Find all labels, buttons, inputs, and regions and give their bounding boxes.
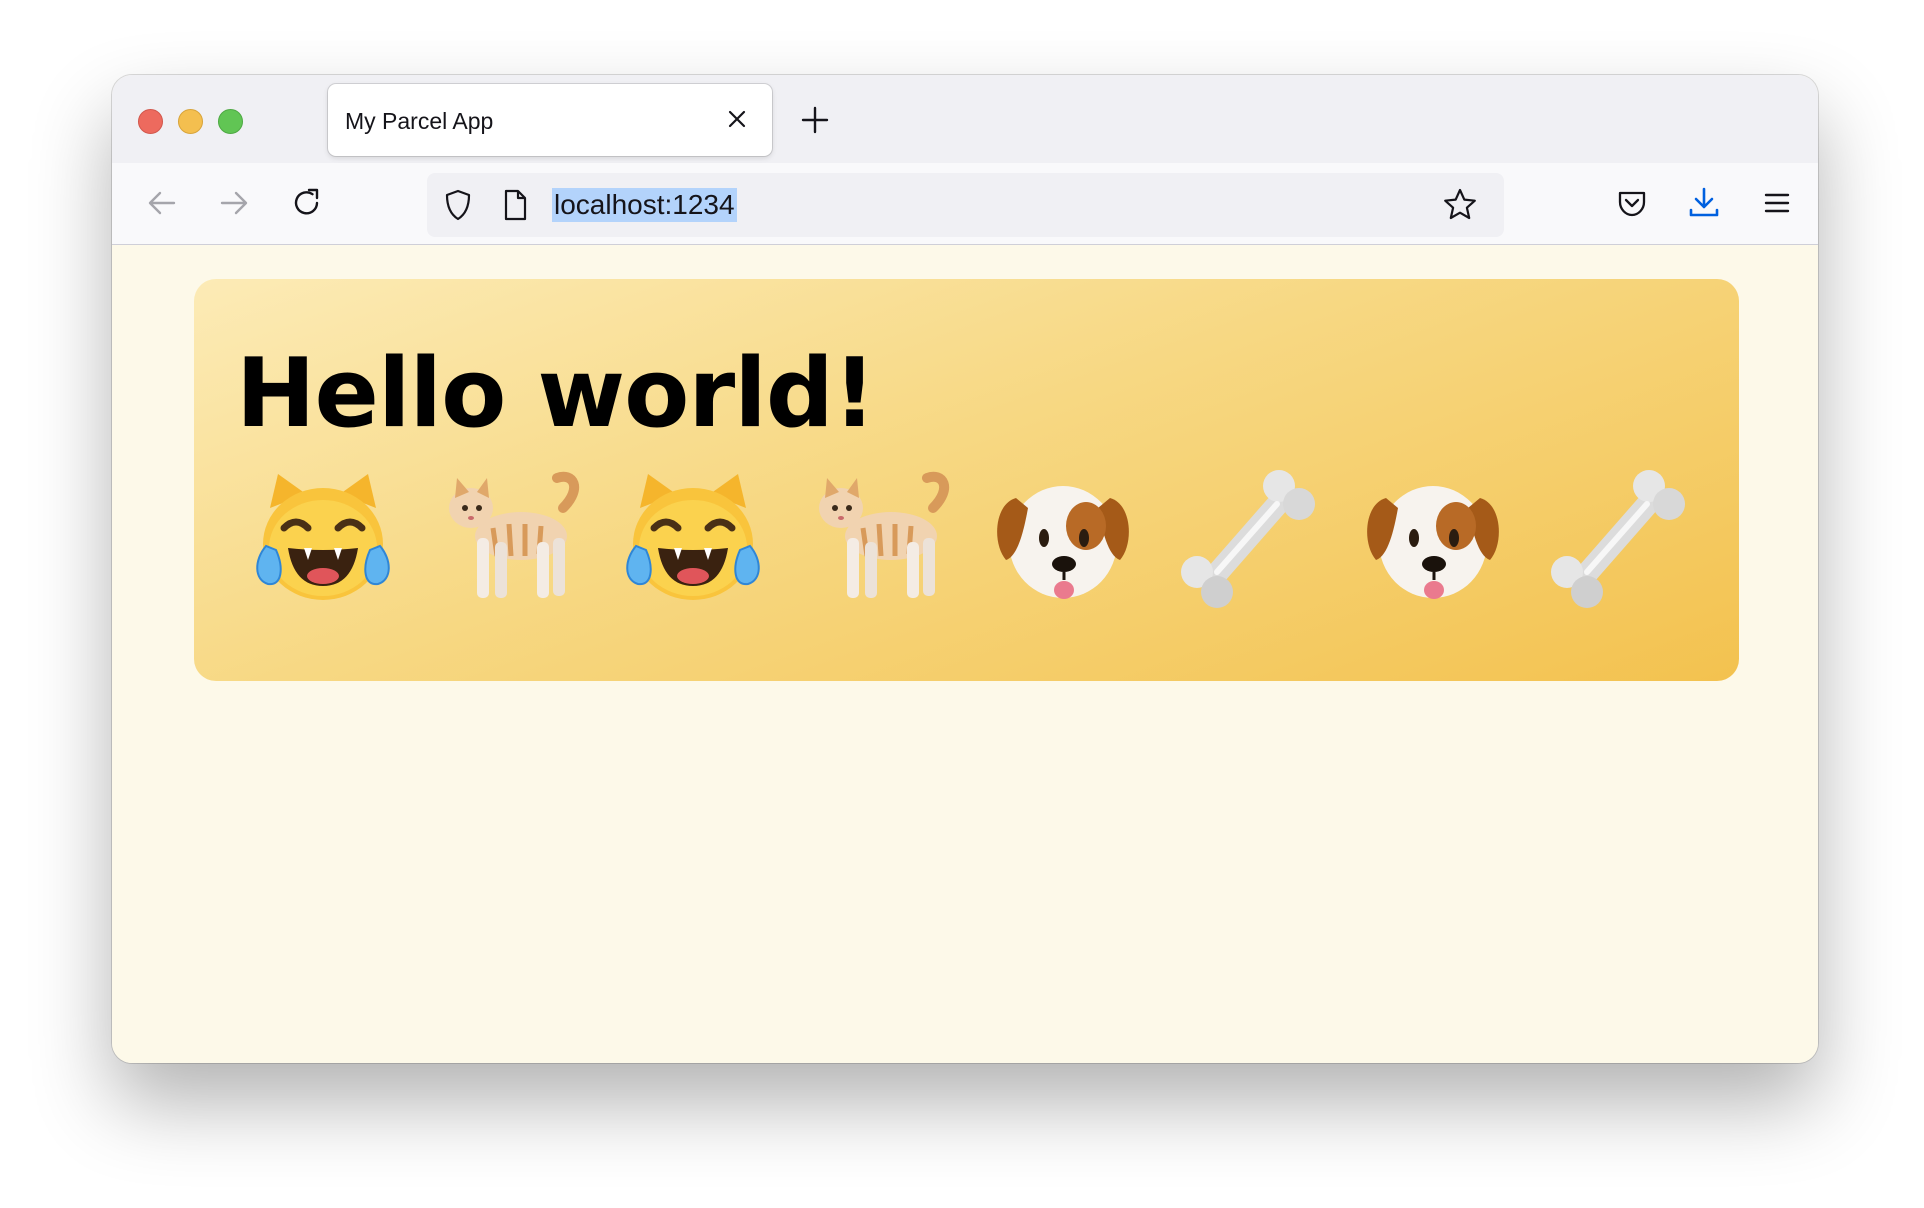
cat-tears-of-joy-icon: [230, 465, 415, 611]
reload-icon: [294, 188, 319, 215]
cat-icon: [415, 465, 600, 611]
hero-card: Hello world!: [194, 279, 1739, 681]
new-tab-icon[interactable]: [798, 103, 832, 137]
pocket-button[interactable]: [1612, 183, 1652, 223]
star-icon[interactable]: [1442, 187, 1478, 223]
bone-icon: [1155, 465, 1340, 611]
browser-window: My Parcel App localhost:1234 Hello world…: [112, 75, 1818, 1063]
emoji-row: [230, 465, 1710, 611]
tab-active[interactable]: My Parcel App: [328, 84, 772, 156]
pocket-icon: [1618, 191, 1646, 217]
url-text[interactable]: localhost:1234: [552, 188, 737, 222]
downloads-button[interactable]: [1684, 183, 1724, 223]
download-icon: [1689, 187, 1719, 217]
forward-button[interactable]: [214, 183, 254, 223]
tab-title: My Parcel App: [345, 108, 494, 134]
close-window-button[interactable]: [138, 109, 163, 134]
hamburger-menu-icon: [1764, 193, 1790, 213]
minimize-window-button[interactable]: [178, 109, 203, 134]
address-bar[interactable]: localhost:1234: [427, 173, 1504, 237]
page-icon: [504, 189, 527, 221]
back-arrow-icon: [148, 191, 176, 215]
app-menu-button[interactable]: [1757, 183, 1797, 223]
cat-tears-of-joy-icon: [600, 465, 785, 611]
tab-strip: My Parcel App: [112, 75, 1818, 163]
cat-icon: [785, 465, 970, 611]
zoom-window-button[interactable]: [218, 109, 243, 134]
bone-icon: [1525, 465, 1710, 611]
back-button[interactable]: [142, 183, 182, 223]
navigation-toolbar: localhost:1234: [112, 163, 1818, 245]
close-icon[interactable]: [724, 106, 750, 132]
page-content: Hello world!: [112, 245, 1818, 1063]
dog-face-icon: [970, 465, 1155, 611]
reload-button[interactable]: [287, 183, 327, 223]
tracking-protection-shield-icon[interactable]: [441, 188, 475, 222]
page-heading: Hello world!: [236, 339, 876, 449]
dog-face-icon: [1340, 465, 1525, 611]
forward-arrow-icon: [220, 191, 248, 215]
